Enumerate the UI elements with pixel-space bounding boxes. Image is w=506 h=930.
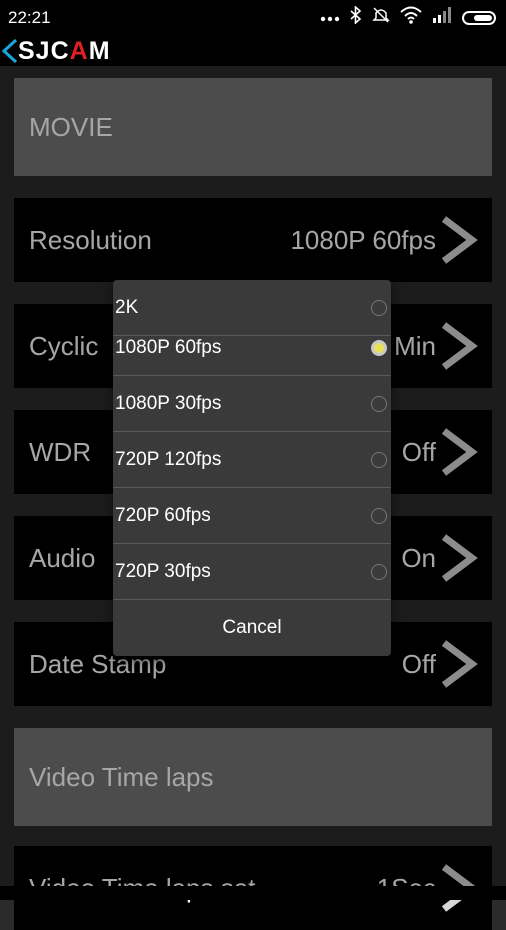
logo-suffix: M [88, 37, 111, 65]
wifi-icon [400, 6, 422, 29]
option-720p-30fps[interactable]: 720P 30fps [113, 544, 391, 600]
radio-button[interactable] [371, 563, 387, 580]
option-1080p-60fps[interactable]: 1080P 60fps [113, 320, 391, 376]
option-label: 720P 30fps [115, 560, 211, 582]
option-label: 1080P 60fps [115, 336, 222, 358]
status-time: 22:21 [8, 8, 51, 27]
radio-button[interactable] [371, 299, 387, 316]
signal-icon [432, 7, 452, 28]
bluetooth-icon [350, 5, 362, 29]
sjcam-logo: SJCAM [18, 36, 111, 66]
option-label: 720P 60fps [115, 504, 211, 526]
radio-button[interactable] [371, 395, 387, 412]
option-720p-60fps[interactable]: 720P 60fps [113, 488, 391, 544]
option-label: 1080P 30fps [115, 392, 222, 414]
status-icons [320, 5, 496, 29]
radio-button[interactable] [371, 451, 387, 468]
mute-icon [372, 6, 390, 29]
logo-accent: A [69, 37, 89, 65]
option-label: 2K [115, 296, 139, 318]
radio-button-selected[interactable] [371, 339, 387, 356]
option-720p-120fps[interactable]: 720P 120fps [113, 432, 391, 488]
option-label: 720P 120fps [115, 448, 222, 470]
dots-icon [320, 9, 340, 27]
status-bar: 22:21 [0, 0, 506, 36]
battery-icon [462, 10, 496, 25]
logo-prefix: SJC [18, 37, 70, 65]
app-bar: SJCAM [0, 36, 506, 66]
resolution-picker-dialog: 2K 1080P 60fps 1080P 30fps 720P 120fps 7… [113, 280, 391, 656]
option-1080p-30fps[interactable]: 1080P 30fps [113, 376, 391, 432]
cancel-button[interactable]: Cancel [113, 600, 391, 656]
radio-button[interactable] [371, 507, 387, 524]
